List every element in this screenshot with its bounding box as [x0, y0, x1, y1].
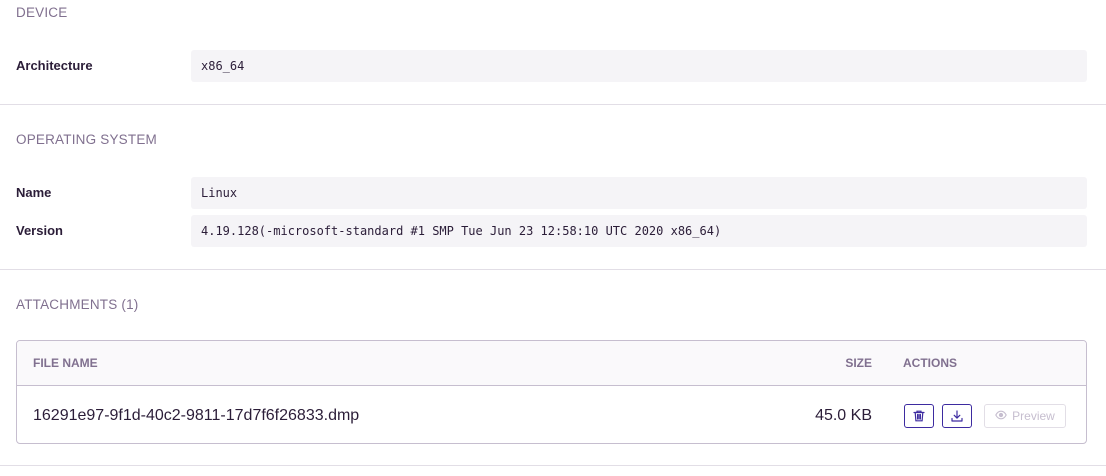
device-architecture-row: Architecture x86_64: [0, 50, 1106, 82]
os-name-row: Name Linux: [0, 177, 1106, 209]
architecture-value: x86_64: [191, 50, 1087, 82]
attachment-file-name: 16291e97-9f1d-40c2-9811-17d7f6f26833.dmp: [33, 407, 360, 424]
preview-label: Preview: [1012, 409, 1055, 423]
divider: [0, 104, 1106, 105]
device-section-title: DEVICE: [16, 5, 68, 20]
column-actions: ACTIONS: [903, 356, 957, 370]
column-size: SIZE: [845, 356, 872, 370]
eye-icon: [995, 409, 1007, 423]
table-row: 16291e97-9f1d-40c2-9811-17d7f6f26833.dmp…: [17, 387, 1086, 443]
os-version-label: Version: [16, 223, 63, 238]
download-attachment-button[interactable]: [942, 404, 972, 428]
delete-attachment-button[interactable]: [904, 404, 934, 428]
attachments-table: FILE NAME SIZE ACTIONS 16291e97-9f1d-40c…: [16, 340, 1087, 444]
os-section-title: OPERATING SYSTEM: [16, 132, 157, 147]
preview-attachment-button[interactable]: Preview: [984, 404, 1066, 428]
os-version-value: 4.19.128(-microsoft-standard #1 SMP Tue …: [191, 215, 1087, 247]
download-icon: [950, 409, 964, 423]
divider: [0, 465, 1106, 466]
attachments-section-title: ATTACHMENTS (1): [16, 297, 139, 312]
os-name-value: Linux: [191, 177, 1087, 209]
attachment-size: 45.0 KB: [815, 407, 872, 424]
column-file-name: FILE NAME: [33, 356, 98, 370]
trash-icon: [912, 409, 926, 423]
divider: [0, 269, 1106, 270]
os-name-label: Name: [16, 185, 52, 200]
table-header: FILE NAME SIZE ACTIONS: [17, 341, 1086, 386]
architecture-label: Architecture: [16, 58, 93, 73]
os-version-row: Version 4.19.128(-microsoft-standard #1 …: [0, 215, 1106, 247]
